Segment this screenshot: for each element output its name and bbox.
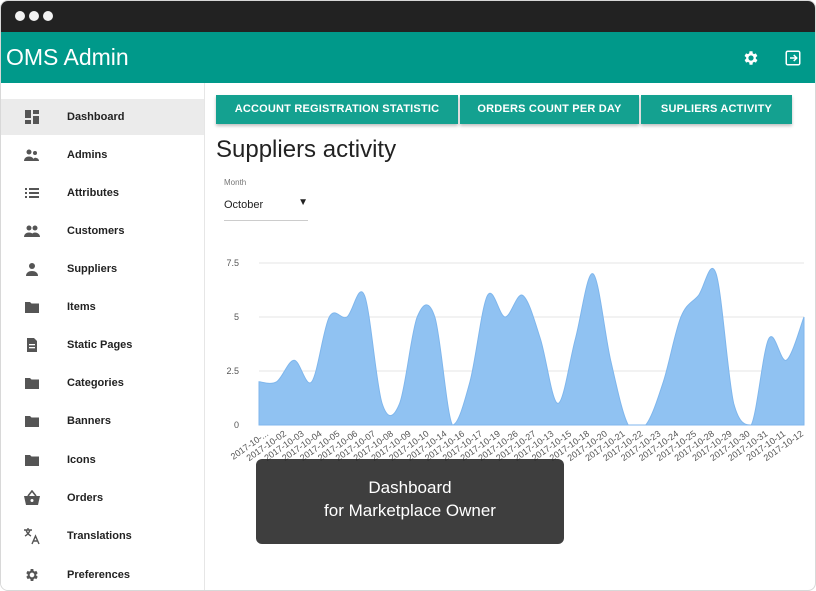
folder-icon: [23, 412, 41, 430]
translate-icon: [23, 527, 41, 545]
sidebar-item-label: Icons: [67, 454, 96, 466]
sidebar-item-attributes[interactable]: Attributes: [1, 175, 204, 211]
overlay-line-1: Dashboard: [368, 478, 452, 497]
logout-icon[interactable]: [782, 47, 804, 69]
sidebar-item-label: Banners: [67, 415, 112, 427]
basket-icon: [23, 489, 41, 507]
overlay-line-2: for Marketplace Owner: [324, 501, 496, 520]
sidebar-item-customers[interactable]: Customers: [1, 213, 204, 249]
caption-overlay: Dashboard for Marketplace Owner: [256, 459, 564, 544]
sidebar-item-label: Attributes: [67, 187, 119, 199]
sidebar-item-admins[interactable]: Admins: [1, 137, 204, 173]
suppliers-activity-chart: 02.557.5 2017-10-...2017-10-022017-10-03…: [226, 258, 805, 463]
sidebar-item-label: Suppliers: [67, 263, 118, 275]
settings-gear-icon[interactable]: [740, 47, 762, 69]
sidebar-item-label: Admins: [67, 149, 108, 161]
month-value: October: [224, 199, 264, 211]
folder-icon: [23, 374, 41, 392]
y-tick-label: 7.5: [226, 258, 239, 268]
dashboard-icon: [23, 108, 41, 126]
tab-account-registration-statistic[interactable]: ACCOUNT REGISTRATION STATISTIC: [216, 95, 458, 124]
folder-icon: [23, 451, 41, 469]
tab-supliers-activity[interactable]: SUPLIERS ACTIVITY: [641, 95, 792, 124]
sidebar-item-categories[interactable]: Categories: [1, 365, 204, 401]
gear-icon: [23, 566, 41, 584]
dropdown-arrow-icon: ▼: [298, 197, 308, 208]
app-window: OMS Admin Dashboard Admins Attributes Cu…: [0, 0, 816, 591]
suppliers-activity-area: [258, 268, 805, 426]
y-tick-label: 2.5: [226, 366, 239, 376]
tab-orders-count-per-day[interactable]: ORDERS COUNT PER DAY: [460, 95, 639, 124]
sidebar-item-translations[interactable]: Translations: [1, 518, 204, 554]
month-label: Month: [224, 178, 247, 187]
sidebar-item-label: Translations: [67, 530, 132, 542]
folder-icon: [23, 298, 41, 316]
sidebar-item-orders[interactable]: Orders: [1, 480, 204, 516]
sidebar-item-preferences[interactable]: Preferences: [1, 557, 204, 590]
customers-icon: [23, 222, 41, 240]
sidebar-item-label: Categories: [67, 377, 124, 389]
admins-icon: [23, 146, 41, 164]
sidebar-item-label: Dashboard: [67, 111, 125, 123]
sidebar-item-label: Static Pages: [67, 339, 133, 351]
window-control-dot[interactable]: [29, 11, 39, 21]
sidebar-item-suppliers[interactable]: Suppliers: [1, 251, 204, 287]
person-icon: [23, 260, 41, 278]
y-tick-label: 0: [234, 420, 239, 430]
window-control-dot[interactable]: [43, 11, 53, 21]
page-title: Suppliers activity: [216, 136, 397, 163]
sidebar-item-icons[interactable]: Icons: [1, 442, 204, 478]
window-control-dot[interactable]: [15, 11, 25, 21]
y-tick-label: 5: [234, 312, 239, 322]
list-icon: [23, 184, 41, 202]
sidebar-item-dashboard[interactable]: Dashboard: [1, 99, 204, 135]
sidebar-item-label: Customers: [67, 225, 125, 237]
sidebar-item-label: Preferences: [67, 569, 130, 581]
app-header: OMS Admin: [1, 32, 815, 83]
sidebar-item-items[interactable]: Items: [1, 289, 204, 325]
sidebar-item-static-pages[interactable]: Static Pages: [1, 327, 204, 363]
app-title: OMS Admin: [6, 44, 129, 70]
window-titlebar: [1, 1, 815, 32]
sidebar-item-label: Items: [67, 301, 96, 313]
document-icon: [23, 336, 41, 354]
sidebar-item-banners[interactable]: Banners: [1, 403, 204, 439]
month-select[interactable]: October ▼: [224, 191, 308, 221]
sidebar-item-label: Orders: [67, 492, 104, 504]
sidebar: Dashboard Admins Attributes Customers Su…: [1, 83, 205, 590]
